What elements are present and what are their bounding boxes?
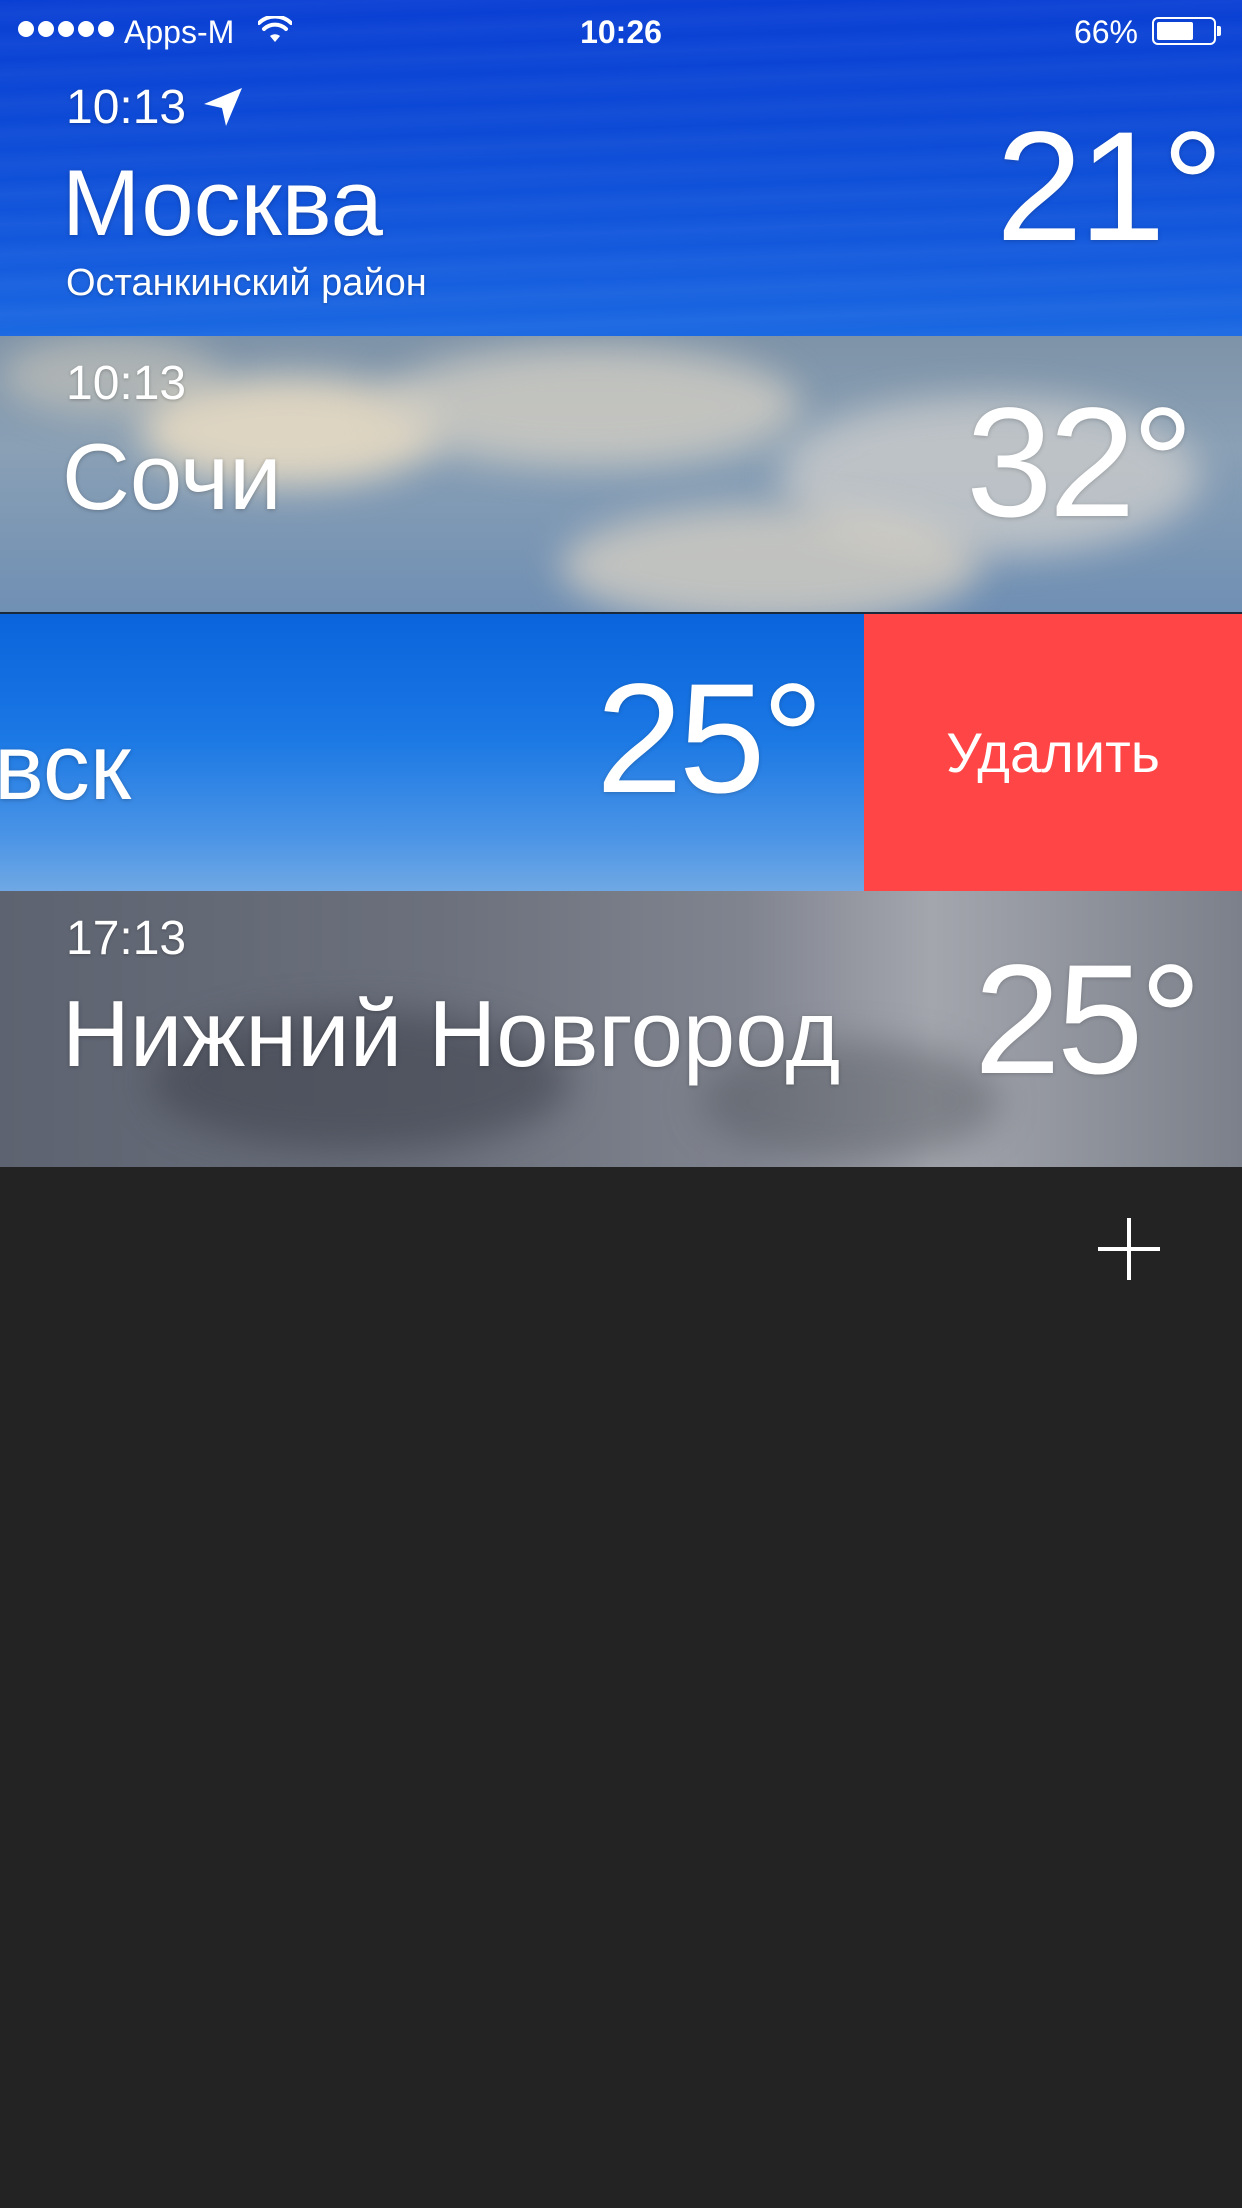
local-time: 10:13 (66, 81, 187, 134)
city-name: Нижний Новгород (62, 981, 841, 1086)
temperature: 25° (974, 933, 1202, 1107)
city-row-swiped[interactable]: вск 25° Удалить (0, 614, 1242, 891)
city-name: Москва (62, 150, 383, 255)
temperature: 21° (996, 100, 1224, 274)
city-row-nizhny-novgorod[interactable]: 17:13 Нижний Новгород 25° (0, 891, 1242, 1167)
battery-icon (1152, 17, 1221, 45)
battery-percent: 66% (1073, 14, 1138, 50)
temperature: 32° (966, 376, 1194, 550)
local-time: 17:13 (66, 912, 187, 965)
weather-city-list: Apps-M 10:26 66% 10:13 Москва Останкинск… (0, 0, 1242, 2208)
city-row-sochi[interactable]: 10:13 Сочи 32° (0, 336, 1242, 614)
cloud-background (380, 346, 800, 466)
swiped-row-content[interactable]: вск 25° (0, 614, 864, 891)
city-name: Сочи (62, 424, 282, 529)
status-time: 10:26 (580, 14, 662, 50)
cloud-background (560, 506, 980, 614)
temperature: 25° (596, 652, 824, 826)
district-name: Останкинский район (66, 262, 427, 304)
location-arrow-icon (204, 88, 242, 126)
status-bar: Apps-M 10:26 66% (0, 0, 1242, 62)
row-divider (0, 612, 1242, 614)
delete-button[interactable]: Удалить (864, 614, 1242, 891)
city-name-partial: вск (0, 714, 132, 819)
plus-icon[interactable] (1094, 1214, 1164, 1284)
local-time: 10:13 (66, 357, 187, 410)
